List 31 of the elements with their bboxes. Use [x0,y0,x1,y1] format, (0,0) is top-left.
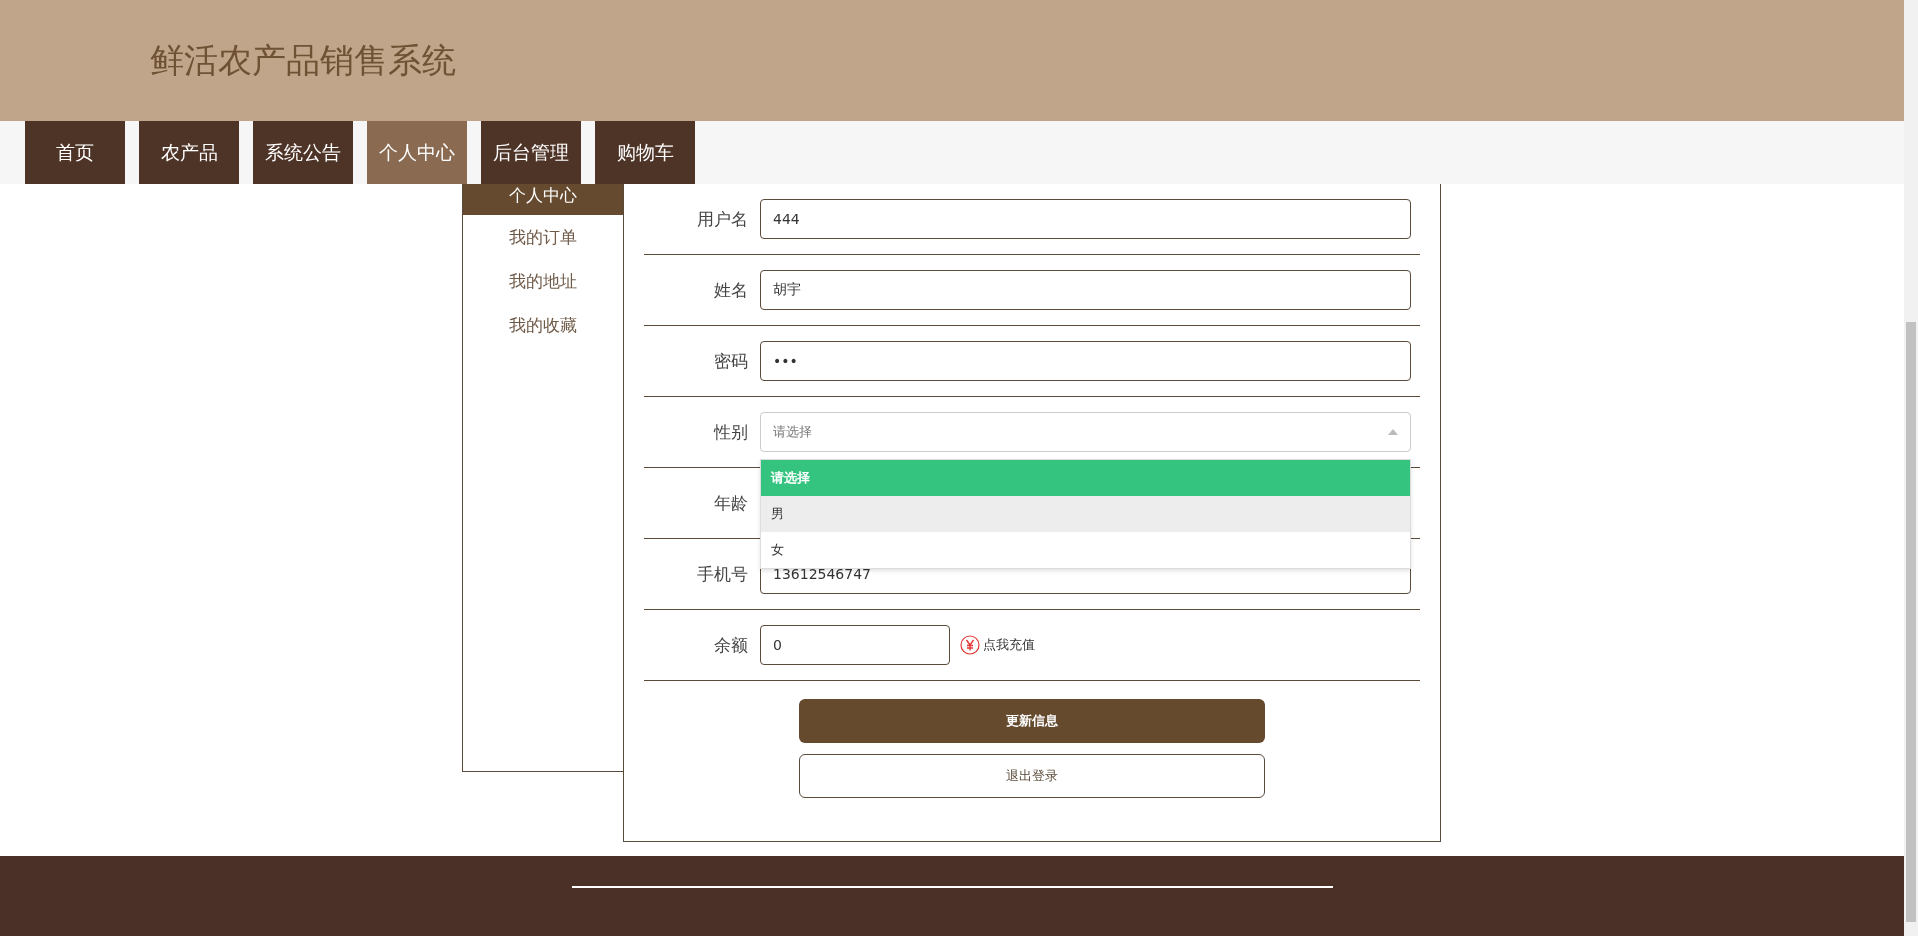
input-field[interactable]: 胡宇 [760,270,1411,310]
dropdown-option[interactable]: 男 [761,496,1410,532]
select-placeholder: 请选择 [773,423,812,441]
field-label: 手机号 [696,562,748,586]
input-field[interactable]: 444 [760,199,1411,239]
update-button[interactable]: 更新信息 [799,699,1265,743]
sidebar-item[interactable]: 个人中心 [463,184,623,215]
field-label: 密码 [713,349,748,373]
nav-tab[interactable]: 个人中心 [367,121,467,184]
field-label: 余额 [713,633,748,657]
logout-button[interactable]: 退出登录 [799,754,1265,798]
nav-tab[interactable]: 农产品 [139,121,239,184]
field-label: 用户名 [696,207,748,231]
nav-tab[interactable]: 系统公告 [253,121,353,184]
yen-icon [960,635,980,655]
site-title: 鲜活农产品销售系统 [150,38,456,82]
field-label: 年龄 [713,491,748,515]
nav-tab[interactable]: 购物车 [595,121,695,184]
input-field[interactable]: 0 [760,625,950,665]
field-label: 姓名 [713,278,748,302]
scrollbar[interactable] [1904,0,1918,936]
nav-tab[interactable]: 后台管理 [481,121,581,184]
input-field[interactable]: ••• [760,341,1411,381]
select-field[interactable]: 请选择 [760,412,1411,452]
recharge-link[interactable]: 点我充值 [983,636,1035,654]
sidebar-item[interactable]: 我的收藏 [463,303,623,347]
sidebar-item[interactable]: 我的地址 [463,259,623,303]
field-label: 性别 [712,420,748,444]
sidebar-item[interactable]: 我的订单 [463,215,623,259]
nav-tab[interactable]: 首页 [25,121,125,184]
caret-icon [1388,429,1398,435]
